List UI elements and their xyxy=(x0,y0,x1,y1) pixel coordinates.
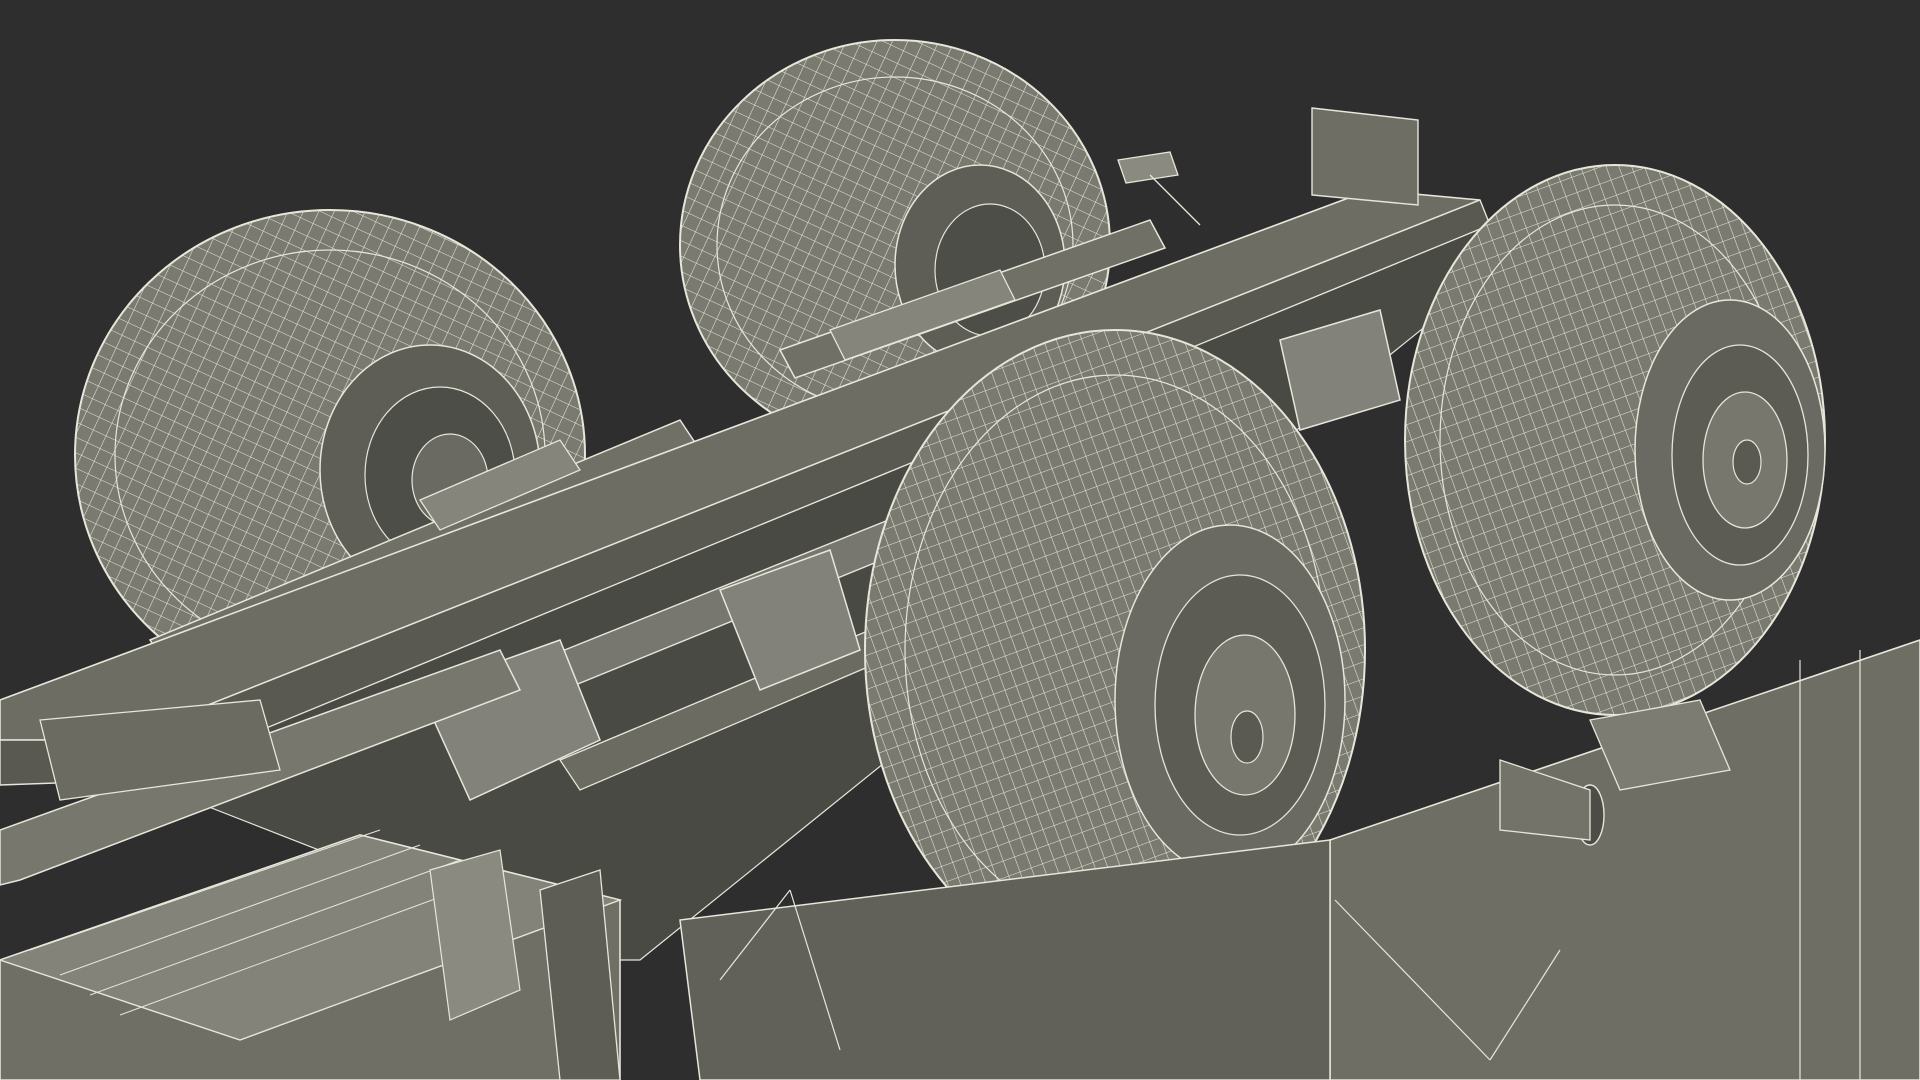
render-viewport xyxy=(0,0,1920,1080)
chassis-render xyxy=(0,0,1920,1080)
wheel-front-right xyxy=(1405,165,1825,715)
